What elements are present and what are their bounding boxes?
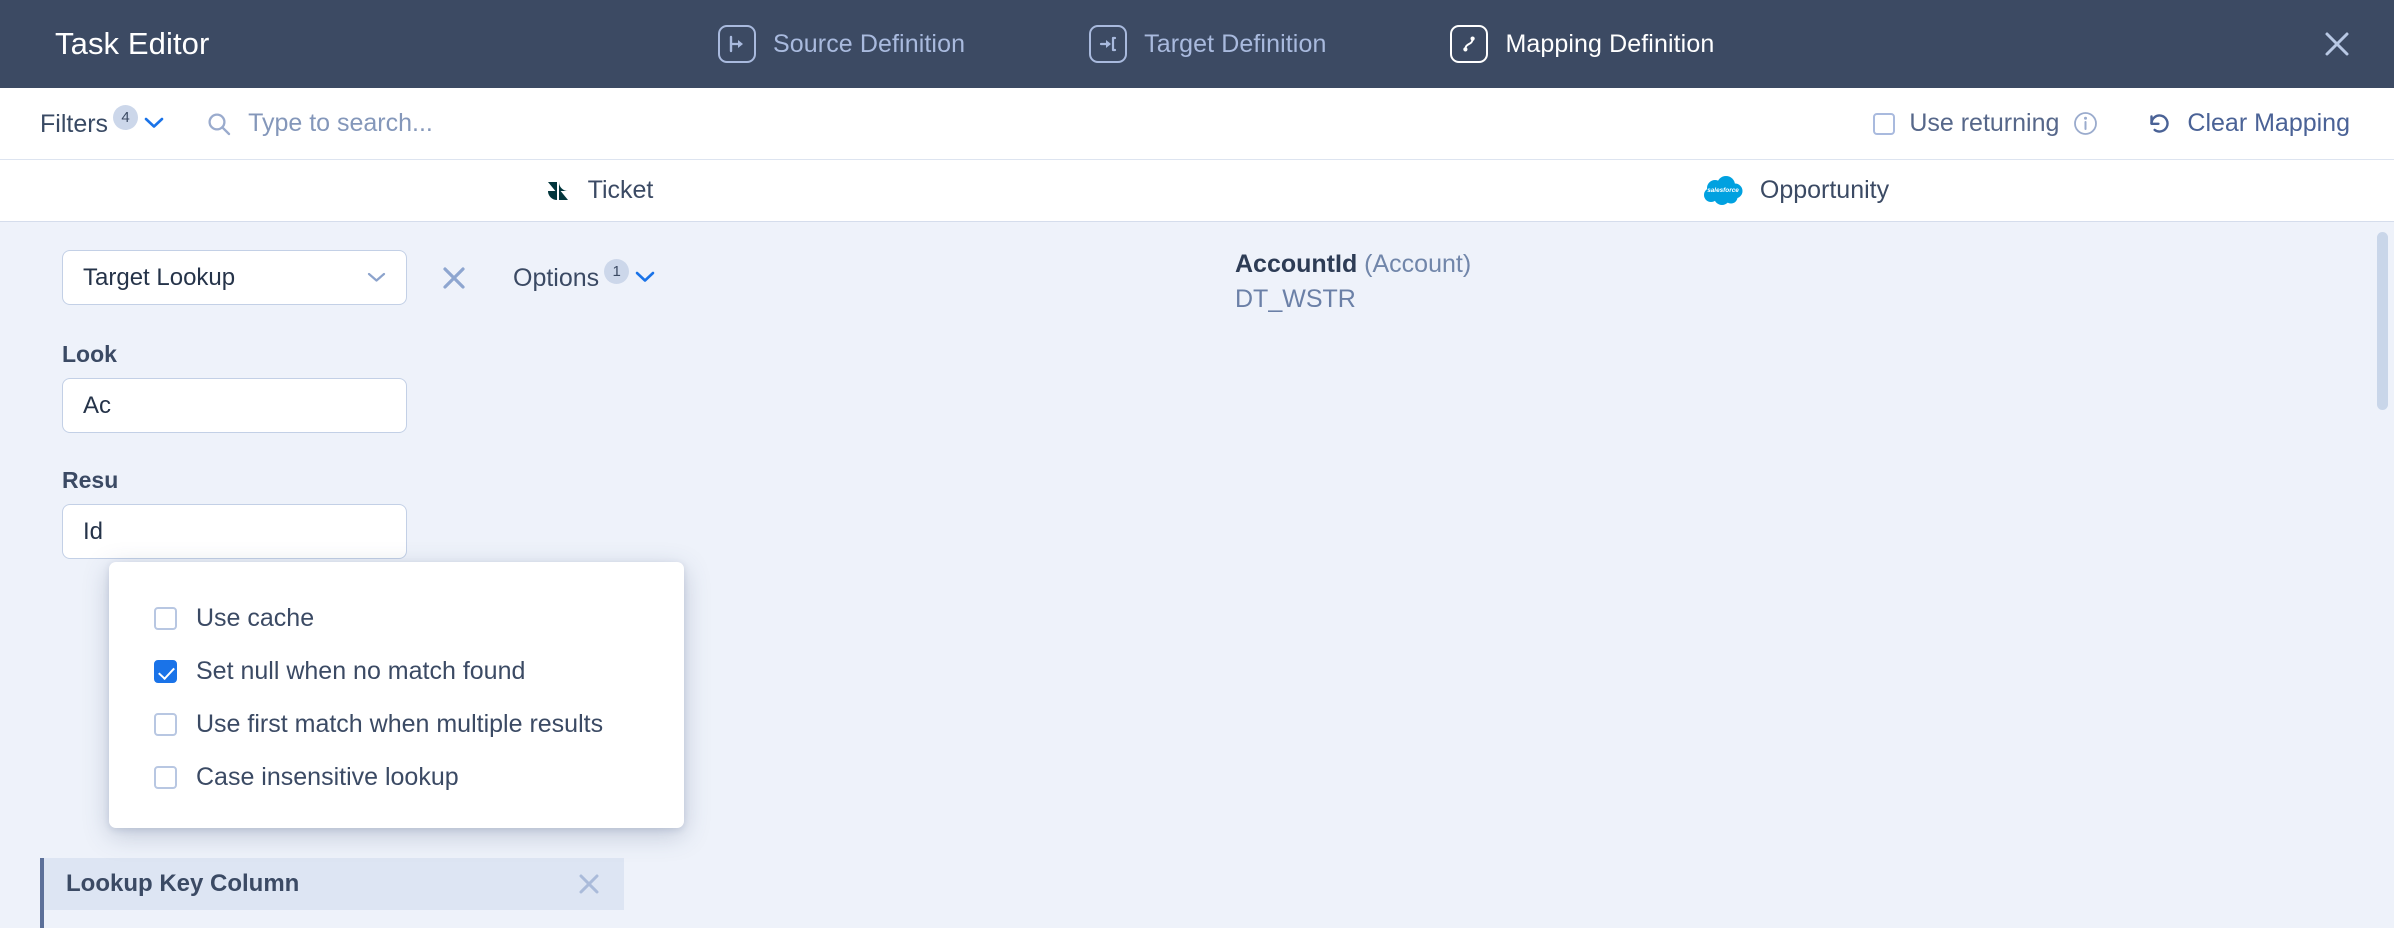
option-use-first-match-checkbox (154, 713, 177, 736)
target-definition-icon (1089, 25, 1128, 63)
clear-mapping-button[interactable]: Clear Mapping (2146, 109, 2350, 138)
filter-bar: Filters 4 Use returning (0, 88, 2394, 160)
lookup-field-label: Look (62, 341, 117, 367)
tab-list: Source Definition Target Definition Mapp… (718, 0, 1714, 88)
option-set-null-checkbox (154, 660, 177, 683)
use-returning-checkbox[interactable]: Use returning (1873, 109, 2098, 138)
search-input[interactable] (248, 109, 949, 138)
target-lookup-options-badge: 1 (604, 258, 630, 284)
column-header-source-label: Ticket (587, 176, 654, 204)
close-icon[interactable] (2322, 29, 2352, 59)
option-use-cache[interactable]: Use cache (109, 592, 684, 645)
lookup-key-column-header: Lookup Key Column (44, 858, 624, 910)
filters-button[interactable]: Filters 4 (40, 104, 164, 139)
clear-mapping-label: Clear Mapping (2187, 109, 2350, 137)
tab-mapping-definition[interactable]: Mapping Definition (1450, 25, 1714, 63)
svg-text:salesforce: salesforce (1707, 187, 1739, 194)
app-title: Task Editor (55, 26, 210, 61)
target-field-type: DT_WSTR (1235, 285, 1356, 313)
lookup-options-dropdown: Use cache Set null when no match found U… (109, 562, 684, 828)
use-returning-label: Use returning (1909, 109, 2060, 137)
vertical-scrollbar-thumb[interactable] (2377, 232, 2388, 410)
lookup-select-value: Ac (83, 391, 112, 419)
chevron-down-icon (635, 271, 655, 283)
result-select[interactable]: Id (62, 504, 407, 559)
option-use-cache-checkbox (154, 607, 177, 630)
remove-lookup-key-column-button[interactable] (576, 871, 602, 897)
chevron-down-icon (367, 272, 386, 283)
column-header-target-label: Opportunity (1759, 176, 1890, 204)
target-lookup-options-label: Options (513, 263, 600, 292)
column-header-target: salesforce Opportunity (1197, 160, 2394, 221)
target-field-name: AccountId (1235, 250, 1358, 278)
result-field-label: Resu (62, 467, 119, 493)
tab-source-definition[interactable]: Source Definition (718, 25, 965, 63)
tab-target-definition[interactable]: Target Definition (1089, 25, 1326, 63)
option-set-null-label: Set null when no match found (196, 657, 526, 685)
tab-target-definition-label: Target Definition (1144, 29, 1327, 58)
lookup-key-column-title: Lookup Key Column (66, 870, 300, 897)
target-mapping-pane: AccountId (Account) DT_WSTR (1154, 222, 2394, 928)
filter-bar-actions: Use returning Clear Mapping (1873, 109, 2350, 138)
option-set-null-when-no-match-found[interactable]: Set null when no match found (109, 645, 684, 698)
zendesk-logo-icon (544, 177, 572, 205)
vertical-scroll-track[interactable] (2370, 222, 2394, 928)
info-icon[interactable] (2073, 111, 2098, 136)
target-lookup-value: Target Lookup (83, 263, 236, 291)
option-case-insensitive-lookup[interactable]: Case insensitive lookup (109, 751, 684, 804)
mapping-definition-icon (1450, 25, 1489, 63)
tab-mapping-definition-label: Mapping Definition (1505, 29, 1715, 58)
source-mapping-pane: Target Lookup Options 1 Look Ac Resu Id … (0, 222, 1154, 928)
source-definition-icon (718, 25, 756, 63)
target-lookup-options-button[interactable]: Options 1 (513, 258, 655, 293)
mapping-body: Target Lookup Options 1 Look Ac Resu Id … (0, 222, 2394, 928)
option-case-insensitive-label: Case insensitive lookup (196, 763, 459, 791)
column-header-source: Ticket (0, 160, 1197, 221)
column-headers: Ticket salesforce Opportunity (0, 160, 2394, 222)
reset-icon (2146, 110, 2173, 137)
remove-target-lookup-button[interactable] (440, 264, 468, 292)
option-use-first-match-label: Use first match when multiple results (196, 710, 604, 738)
tab-source-definition-label: Source Definition (773, 29, 966, 58)
salesforce-logo-icon: salesforce (1702, 175, 1744, 206)
result-select-value: Id (83, 517, 104, 545)
target-field-name-row: AccountId (Account) (1235, 250, 2394, 279)
use-returning-checkbox-box (1873, 112, 1896, 135)
filters-label: Filters (40, 109, 109, 138)
lookup-select[interactable]: Ac (62, 378, 407, 433)
target-field-object: (Account) (1364, 250, 1472, 278)
target-lookup-select[interactable]: Target Lookup (62, 250, 407, 305)
filters-count-badge: 4 (113, 104, 139, 130)
option-use-cache-label: Use cache (196, 604, 315, 632)
option-use-first-match[interactable]: Use first match when multiple results (109, 698, 684, 751)
lookup-key-column-body: Name Source Lookup (44, 910, 1154, 928)
option-case-insensitive-checkbox (154, 766, 177, 789)
lookup-key-column-section: Lookup Key Column Name Source Lookup (40, 858, 1154, 928)
top-bar: Task Editor Source Definition Target Def… (0, 0, 2394, 88)
search-icon (206, 111, 232, 137)
chevron-down-icon (144, 117, 164, 129)
